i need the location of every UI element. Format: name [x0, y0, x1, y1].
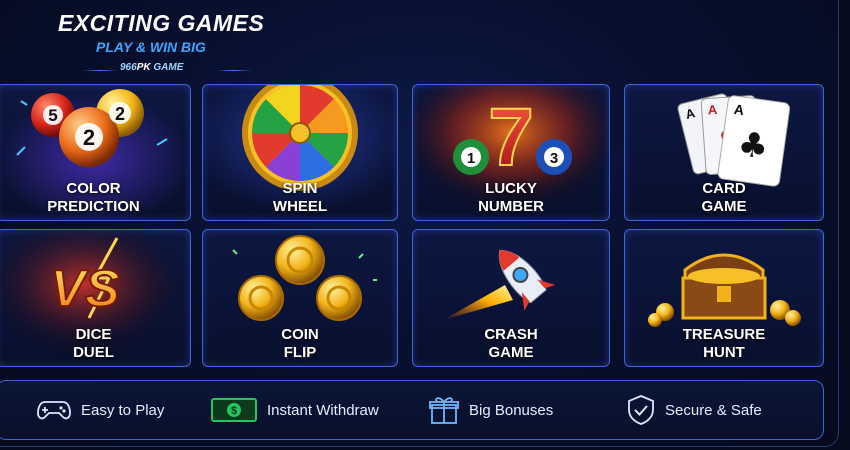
features-bar: Easy to Play $ Instant Withdraw Big Bonu… [0, 380, 824, 440]
ball-number: 1 [467, 150, 475, 167]
lucky-seven: 7 [488, 92, 534, 183]
promo-panel: EXCITING GAMES PLAY & WIN BIG 966PK GAME… [0, 0, 839, 447]
game-card-spin-wheel[interactable]: SPIN WHEEL [202, 84, 398, 221]
game-label: CRASH GAME [484, 326, 538, 361]
feature-label: Secure & Safe [665, 401, 762, 419]
brand-suffix: GAME [150, 62, 184, 73]
game-label: LUCKY NUMBER [478, 180, 544, 215]
svg-text:$: $ [231, 405, 237, 417]
ball-number: 2 [83, 125, 95, 150]
gamepad-icon [37, 401, 71, 420]
feature-instant-withdraw: $ Instant Withdraw [211, 381, 379, 439]
divider-left [82, 70, 118, 71]
game-card-dice-duel[interactable]: VS DICE DUEL [0, 229, 191, 367]
feature-big-bonuses: Big Bonuses [429, 381, 553, 439]
feature-easy-to-play: Easy to Play [37, 381, 164, 439]
shield-check-icon [628, 395, 654, 425]
page-title: EXCITING GAMES [58, 10, 265, 36]
game-label: TREASURE HUNT [682, 326, 766, 361]
brand-pk: PK [136, 62, 151, 73]
brand-number: 966 [120, 62, 137, 73]
cash-icon: $ [211, 398, 257, 422]
feature-label: Big Bonuses [469, 401, 554, 419]
game-label: DICE DUEL [73, 326, 114, 361]
game-card-lucky-number[interactable]: 7 1 3 LUCKY NUMBER [412, 84, 610, 221]
ball-number: 3 [550, 150, 558, 167]
feature-label: Easy to Play [81, 401, 165, 419]
svg-text:♣: ♣ [735, 124, 771, 168]
game-label: COIN FLIP [281, 326, 319, 361]
versus-text: VS [50, 260, 120, 318]
card-rank: A [707, 102, 718, 118]
game-card-treasure-hunt[interactable]: TREASURE HUNT [624, 229, 824, 367]
gift-icon [429, 397, 459, 424]
divider-right [216, 70, 252, 71]
ball-number: 5 [48, 106, 57, 125]
ball-number: 2 [115, 104, 125, 124]
game-card-color-prediction[interactable]: 5 2 2 COLOR PREDICTION [0, 84, 191, 221]
page-subtitle: PLAY & WIN BIG [96, 39, 206, 55]
game-label: CARD GAME [701, 180, 747, 215]
game-card-crash-game[interactable]: CRASH GAME [412, 229, 610, 367]
game-label: SPIN WHEEL [272, 180, 328, 215]
brand-logo: 966PK GAME [120, 62, 183, 73]
game-label: COLOR PREDICTION [47, 180, 140, 215]
game-card-card-game[interactable]: A♠ A♥ A♣ CARDGAME [624, 84, 824, 221]
feature-label: Instant Withdraw [267, 401, 379, 419]
feature-secure-and-safe: Secure & Safe [627, 381, 762, 439]
game-card-coin-flip[interactable]: COIN FLIP [202, 229, 398, 367]
